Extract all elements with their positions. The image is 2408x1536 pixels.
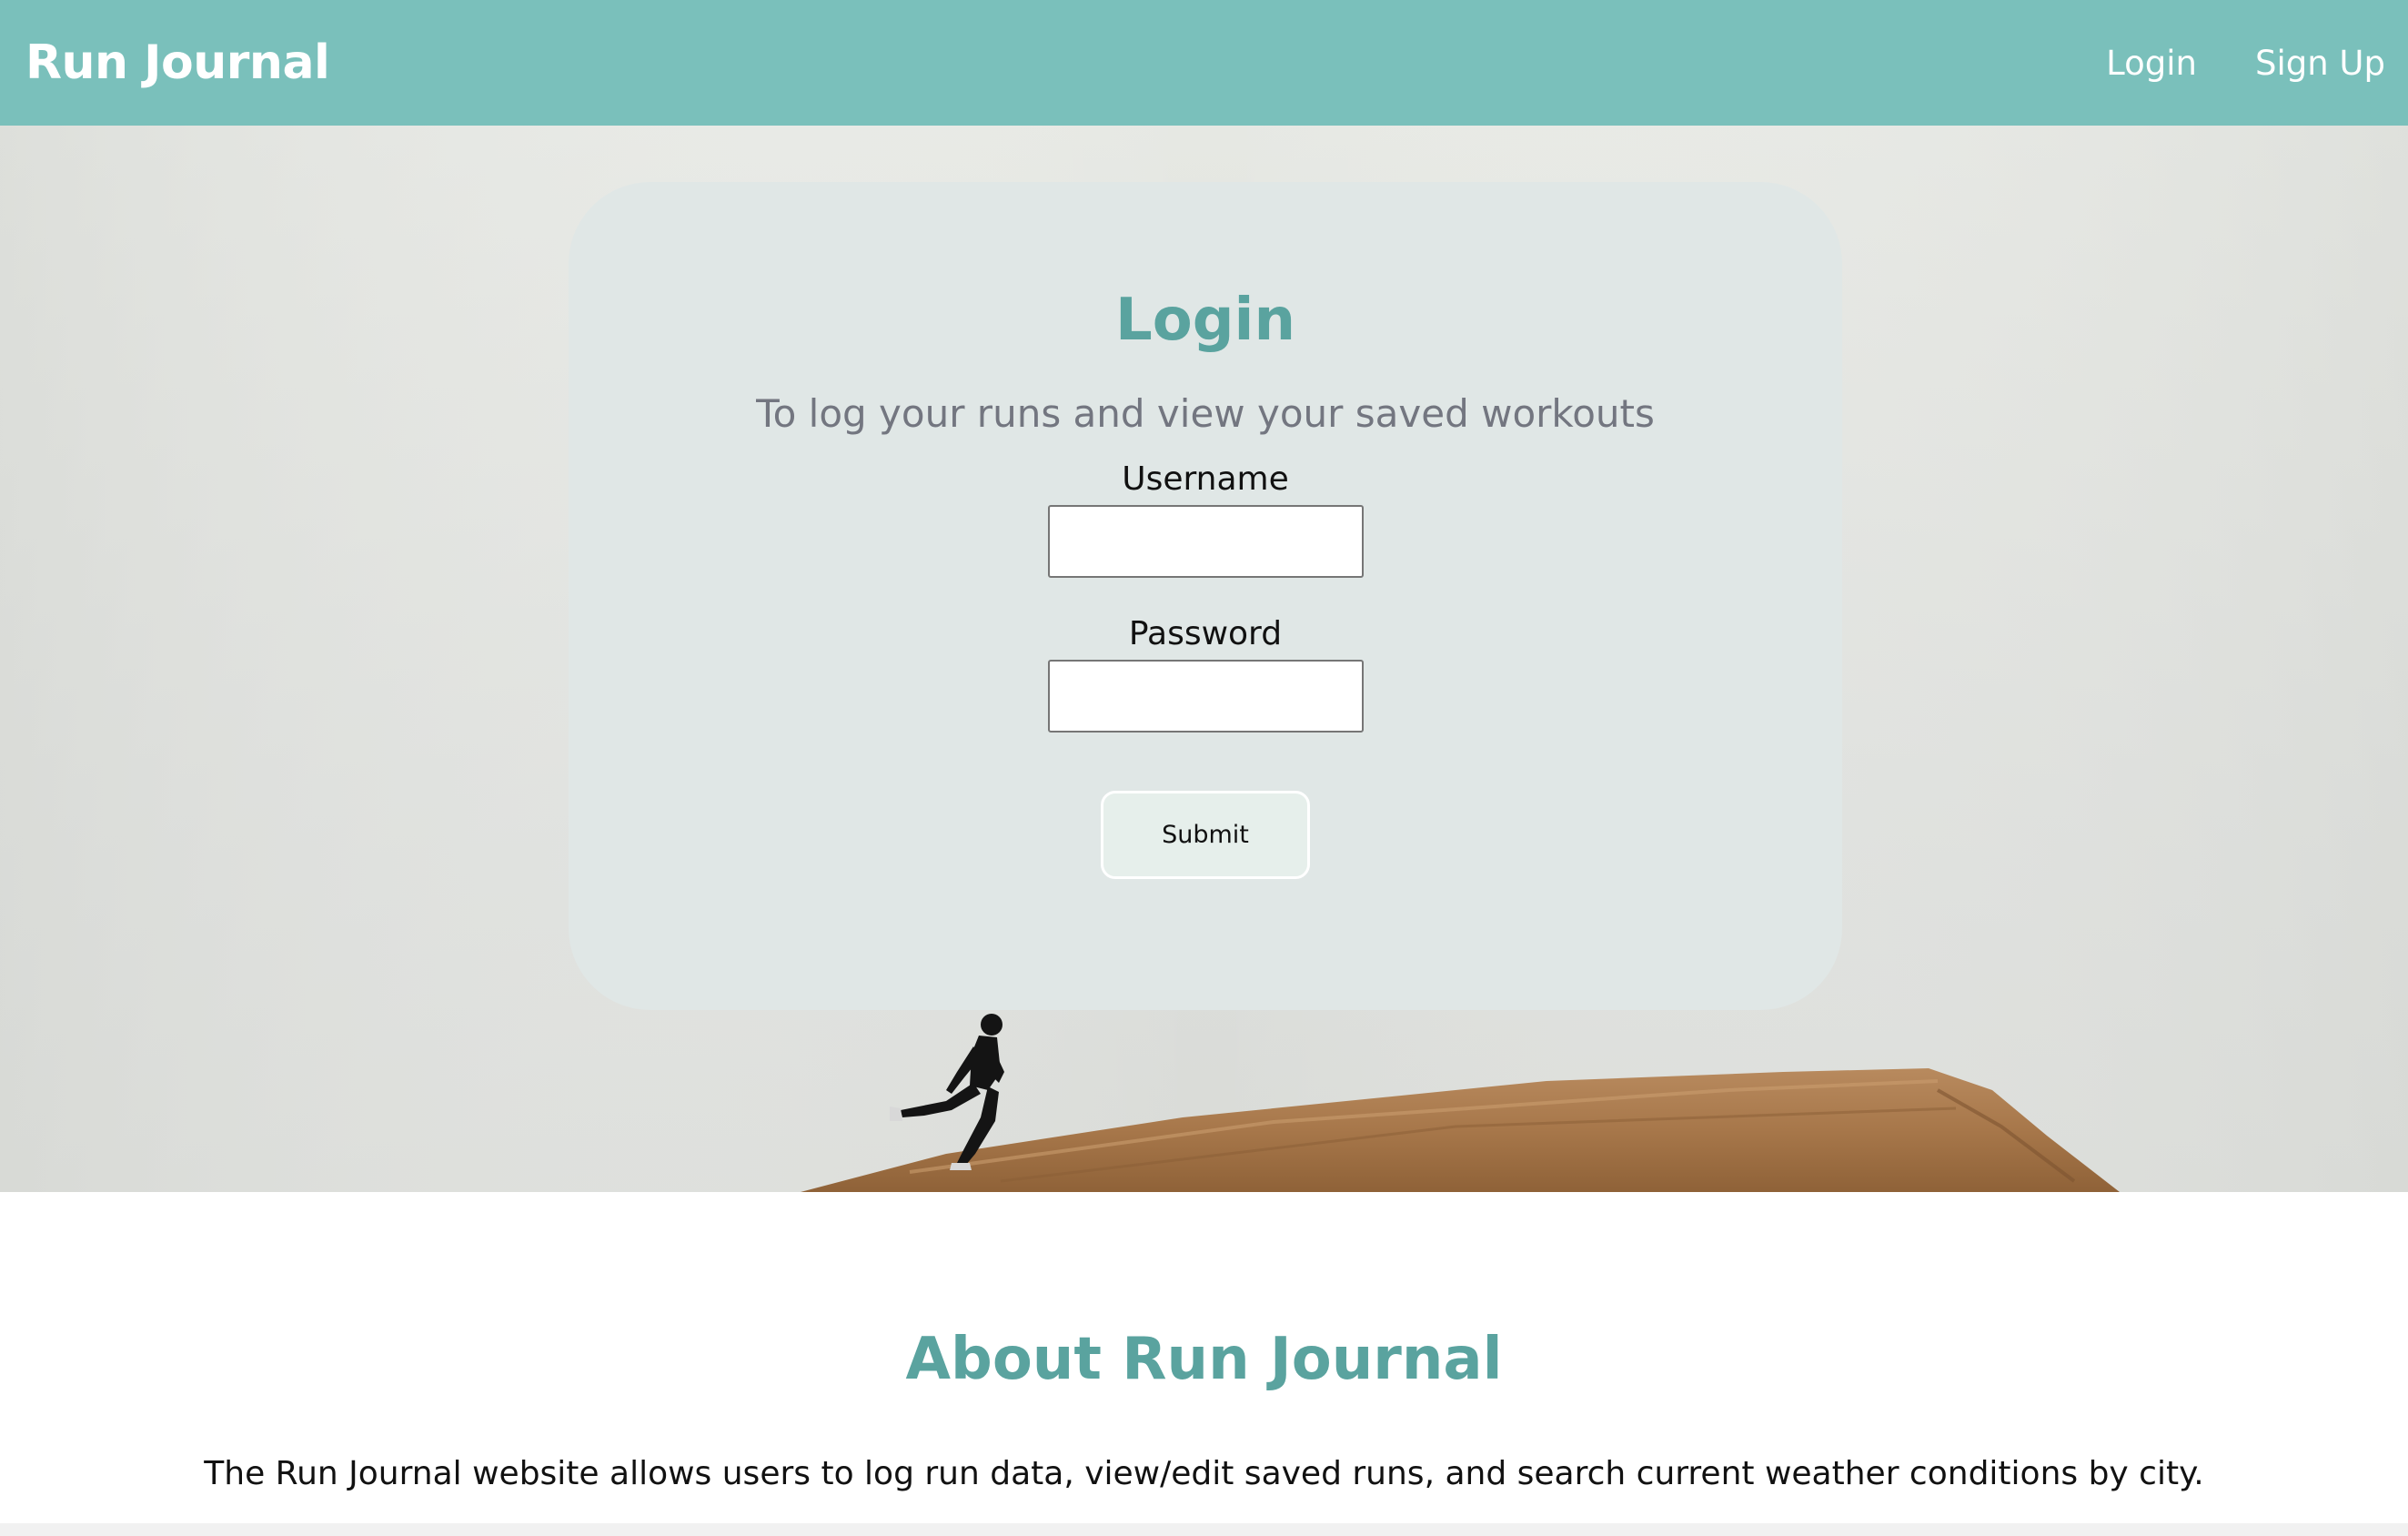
nav-login-link[interactable]: Login: [2106, 44, 2197, 83]
brand-logo[interactable]: Run Journal: [25, 35, 330, 90]
login-subtitle: To log your runs and view your saved wor…: [756, 391, 1655, 436]
page-bottom-divider: [0, 1523, 2408, 1536]
about-title: About Run Journal: [905, 1326, 1503, 1393]
password-label: Password: [1128, 615, 1283, 652]
username-input[interactable]: [1047, 505, 1364, 578]
hero-section: Login To log your runs and view your sav…: [0, 126, 2408, 1192]
nav-links: Login Sign Up: [2106, 44, 2385, 83]
submit-button[interactable]: Submit: [1101, 791, 1310, 879]
login-card: Login To log your runs and view your sav…: [569, 182, 1842, 1010]
about-description: The Run Journal website allows users to …: [204, 1455, 2204, 1492]
password-input[interactable]: [1047, 660, 1364, 733]
username-label: Username: [1122, 460, 1289, 498]
navbar: Run Journal Login Sign Up: [0, 0, 2408, 126]
nav-signup-link[interactable]: Sign Up: [2255, 44, 2385, 83]
login-title: Login: [1114, 287, 1296, 354]
about-section: About Run Journal The Run Journal websit…: [0, 1192, 2408, 1536]
